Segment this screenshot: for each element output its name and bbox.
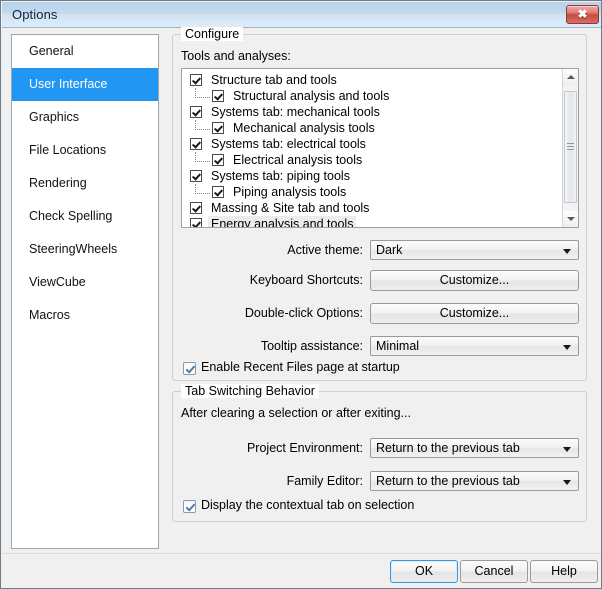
tree-item-label: Piping analysis tools [233,185,347,199]
ok-button-label: OK [414,564,434,578]
settings-panel: Configure Tools and analyses: Structure … [166,27,593,549]
tab-switching-description: After clearing a selection or after exit… [181,406,411,420]
tree-item-label: Massing & Site tab and tools [211,201,370,215]
keyboard-shortcuts-label: Keyboard Shortcuts: [249,273,363,287]
sidebar-item-user-interface[interactable]: User Interface [12,68,158,101]
tab-switching-behavior-group: Tab Switching Behavior After clearing a … [172,384,587,522]
dialog-footer: OK Cancel Help [2,553,601,587]
tools-and-analyses-label: Tools and analyses: [181,49,291,63]
project-environment-label: Project Environment: [246,441,363,455]
tree-row[interactable]: Structural analysis and tools [182,88,562,104]
chevron-down-icon [567,217,575,221]
tree-row[interactable]: Electrical analysis tools [182,152,562,168]
enable-recent-files-label: Enable Recent Files page at startup [201,360,400,374]
tree-row[interactable]: Structure tab and tools [182,72,562,88]
sidebar-item-file-locations[interactable]: File Locations [12,134,158,167]
tree-row[interactable]: Piping analysis tools [182,184,562,200]
active-theme-value: Dark [376,243,403,257]
family-editor-value: Return to the previous tab [376,474,520,488]
checkbox-icon[interactable] [190,202,202,214]
chevron-down-icon [563,249,571,254]
checkbox-icon [183,500,196,513]
scroll-up-button[interactable] [563,69,578,85]
tree-connector-icon [195,184,210,194]
checkbox-icon[interactable] [212,154,224,166]
cancel-button[interactable]: Cancel [460,560,528,583]
checkbox-icon[interactable] [190,138,202,150]
sidebar-item-check-spelling[interactable]: Check Spelling [12,200,158,233]
tab-switching-group-title: Tab Switching Behavior [181,384,319,398]
project-environment-value: Return to the previous tab [376,441,520,455]
checkbox-icon[interactable] [212,122,224,134]
settings-category-list[interactable]: General User Interface Graphics File Loc… [11,34,159,549]
double-click-options-label: Double-click Options: [244,306,363,320]
options-dialog: Options ✖ General User Interface Graphic… [0,0,602,589]
ok-button[interactable]: OK [390,560,458,583]
family-editor-combobox[interactable]: Return to the previous tab [370,471,579,491]
checkbox-icon [183,362,196,375]
configure-group: Configure Tools and analyses: Structure … [172,27,587,381]
tree-scrollbar[interactable] [562,69,578,227]
sidebar-item-general[interactable]: General [12,35,158,68]
window-title: Options [12,7,58,22]
tree-connector-icon [195,120,210,130]
help-button[interactable]: Help [530,560,598,583]
tree-item-label: Energy analysis and tools [208,216,357,227]
sidebar-item-rendering[interactable]: Rendering [12,167,158,200]
sidebar-item-macros[interactable]: Macros [12,299,158,332]
tooltip-assistance-label: Tooltip assistance: [260,339,363,353]
tools-and-analyses-tree[interactable]: Structure tab and tools Structural analy… [181,68,579,228]
sidebar-item-viewcube[interactable]: ViewCube [12,266,158,299]
help-button-label: Help [551,564,577,578]
tree-item-label: Systems tab: piping tools [211,169,350,183]
grip-icon [567,143,574,151]
configure-group-title: Configure [181,27,244,41]
tree-item-label: Mechanical analysis tools [233,121,375,135]
close-icon: ✖ [577,7,588,21]
tree-connector-icon [195,88,210,98]
keyboard-shortcuts-customize-label: Customize... [439,273,510,287]
tooltip-assistance-value: Minimal [376,339,420,353]
title-bar: Options ✖ [2,2,601,28]
double-click-options-customize-label: Customize... [439,306,510,320]
tree-connector-icon [195,152,210,162]
tree-row[interactable]: Mechanical analysis tools [182,120,562,136]
checkbox-icon[interactable] [190,218,202,227]
tree-item-label: Structure tab and tools [211,73,337,87]
active-theme-label: Active theme: [287,243,363,257]
family-editor-label: Family Editor: [286,474,363,488]
tree-row[interactable]: Massing & Site tab and tools [182,200,562,216]
display-contextual-tab-label: Display the contextual tab on selection [201,498,415,512]
checkbox-icon[interactable] [190,170,202,182]
chevron-down-icon [563,480,571,485]
tree-row[interactable]: Systems tab: electrical tools [182,136,562,152]
project-environment-combobox[interactable]: Return to the previous tab [370,438,579,458]
tree-item-label: Systems tab: electrical tools [211,137,366,151]
scroll-down-button[interactable] [563,211,578,227]
active-theme-combobox[interactable]: Dark [370,240,579,260]
sidebar-item-steeringwheels[interactable]: SteeringWheels [12,233,158,266]
tree-item-label: Structural analysis and tools [233,89,390,103]
tree-row[interactable]: Systems tab: mechanical tools [182,104,562,120]
cancel-button-label: Cancel [474,564,514,578]
chevron-down-icon [563,447,571,452]
scrollbar-thumb[interactable] [564,91,577,203]
tree-rows: Structure tab and tools Structural analy… [182,72,562,227]
keyboard-shortcuts-customize-button[interactable]: Customize... [370,270,579,291]
checkbox-icon[interactable] [212,90,224,102]
tree-item-label: Systems tab: mechanical tools [211,105,380,119]
tree-row[interactable]: Systems tab: piping tools [182,168,562,184]
chevron-up-icon [567,75,575,79]
checkbox-icon[interactable] [212,186,224,198]
tooltip-assistance-combobox[interactable]: Minimal [370,336,579,356]
close-button[interactable]: ✖ [566,5,599,24]
sidebar-item-graphics[interactable]: Graphics [12,101,158,134]
checkbox-icon[interactable] [190,74,202,86]
checkbox-icon[interactable] [190,106,202,118]
tree-row[interactable]: Energy analysis and tools [182,216,562,227]
double-click-options-customize-button[interactable]: Customize... [370,303,579,324]
chevron-down-icon [563,345,571,350]
tree-item-label: Electrical analysis tools [233,153,363,167]
